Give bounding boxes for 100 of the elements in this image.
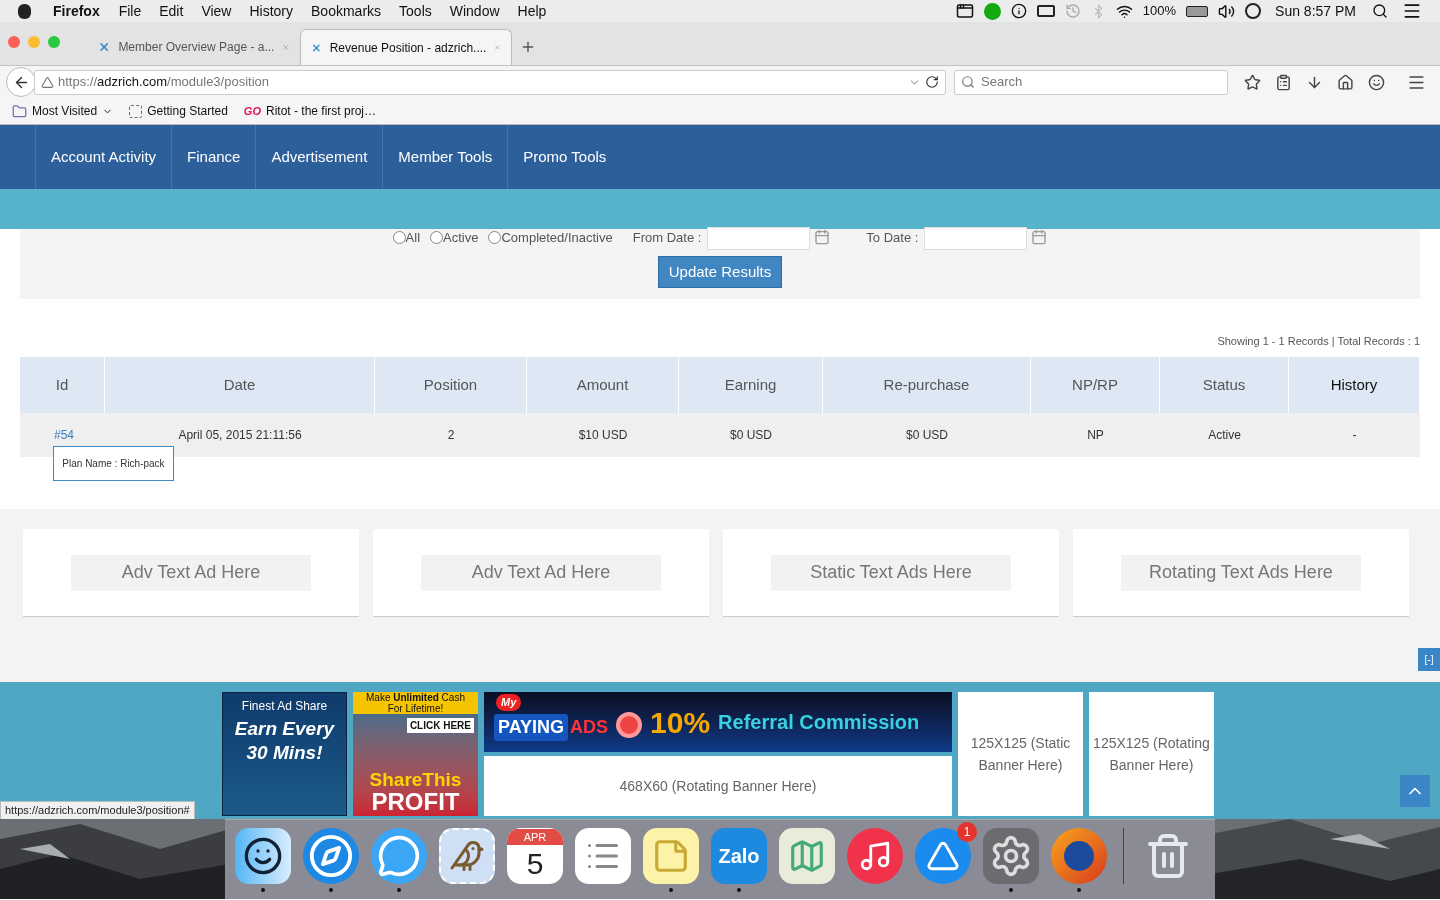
scroll-top-button[interactable]	[1400, 775, 1430, 807]
menu-item[interactable]: Tools	[399, 0, 432, 22]
home-icon[interactable]	[1337, 73, 1354, 91]
app-tile[interactable]	[303, 828, 359, 884]
table-cell-text: NP	[1086, 427, 1105, 444]
collapse-button[interactable]: [-]	[1418, 648, 1440, 671]
menu-item[interactable]: Window	[449, 0, 500, 22]
bookmark-item[interactable]: Getting Started	[129, 102, 228, 120]
banner-percent: 10%	[650, 704, 711, 741]
banner-title: ShareThis	[369, 770, 462, 790]
bird-icon	[449, 838, 485, 874]
time-machine-icon[interactable]	[1064, 3, 1081, 19]
app-tile[interactable]	[847, 828, 903, 884]
banner-offer: Referral Commission	[718, 710, 920, 735]
bookmark-star-icon[interactable]	[1244, 73, 1261, 91]
clock[interactable]: Sun 8:57 PM	[1275, 0, 1356, 22]
apple-icon[interactable]	[18, 3, 31, 19]
referral-banner[interactable]: My PAYING ADS 10% Referral Commission	[484, 692, 952, 752]
logo-text: GO	[243, 103, 261, 119]
day-label: 5	[526, 846, 544, 882]
calendar-icon[interactable]	[814, 229, 831, 245]
warning-icon	[41, 75, 54, 89]
records-summary: Showing 1 - 1 Records | Total Records : 1	[1217, 334, 1420, 349]
app-tile[interactable]	[983, 828, 1039, 884]
text-ad-slot[interactable]: Static Text Ads Here	[771, 554, 1011, 591]
radio-option[interactable]: All	[392, 228, 421, 248]
to-date-field[interactable]	[924, 227, 1028, 250]
banner-tag: My	[496, 694, 522, 711]
folder-icon	[12, 103, 27, 119]
new-tab-icon[interactable]	[520, 39, 536, 55]
update-results-button[interactable]: Update Results	[657, 256, 783, 288]
table-cell-text: -	[1351, 427, 1358, 444]
to-date-label: To Date :	[866, 229, 919, 247]
info-icon[interactable]	[1010, 3, 1027, 19]
menu-item[interactable]: Edit	[159, 0, 184, 22]
banner-headline: Earn Every 30 Mins!	[233, 717, 336, 765]
banner-cta: CLICK HERE	[406, 718, 474, 733]
earn-banner[interactable]: Finest Ad Share Earn Every 30 Mins!	[222, 692, 347, 816]
app-tile[interactable]	[915, 828, 971, 884]
triangle-icon	[926, 839, 960, 873]
text-ad-slot[interactable]: Rotating Text Ads Here	[1121, 554, 1361, 591]
menu-item[interactable]: File	[118, 0, 142, 22]
bookmark-item[interactable]: Most Visited	[12, 102, 114, 120]
back-button[interactable]	[6, 67, 36, 97]
text-ad-slot[interactable]: Adv Text Ad Here	[421, 554, 661, 591]
from-date-label: From Date :	[632, 229, 702, 247]
battery-percent: 100%	[1142, 2, 1177, 21]
user-icon[interactable]	[1245, 3, 1262, 19]
notification-badge: 1	[957, 822, 977, 842]
banner-brand: Finest Ad Share	[241, 698, 328, 715]
square-banner-slot: 125X125 (Rotating Banner Here)	[1089, 692, 1214, 816]
music-note-icon	[858, 839, 892, 873]
profit-banner[interactable]: Make Unlimited Cash For Lifetime! CLICK HERE ShareThis PROFIT	[353, 692, 478, 816]
app-tile[interactable]	[779, 828, 835, 884]
reading-list-icon[interactable]	[1275, 73, 1292, 91]
smiley-icon[interactable]	[1368, 73, 1385, 91]
table-cell-text: $0 USD	[905, 427, 949, 444]
text-ad-slot[interactable]: Adv Text Ad Here	[71, 554, 311, 591]
table-cell-text: $10 USD	[577, 427, 629, 444]
volume-icon[interactable]	[1218, 2, 1236, 20]
search-field[interactable]: Search	[954, 69, 1228, 95]
target-icon	[616, 712, 643, 738]
menu-item[interactable]: Help	[517, 0, 547, 22]
reload-icon[interactable]	[925, 75, 939, 89]
app-tile[interactable]	[1051, 828, 1107, 884]
radio-option[interactable]: Completed/Inactive	[488, 228, 613, 248]
menu-icon[interactable]	[1402, 1, 1422, 21]
app-tile[interactable]	[439, 828, 495, 884]
app-tile[interactable]	[575, 828, 631, 884]
menu-item[interactable]: Bookmarks	[311, 0, 382, 22]
page-icon	[129, 104, 143, 118]
compass-icon	[308, 833, 354, 879]
menu-item[interactable]: View	[201, 0, 232, 22]
search-icon[interactable]	[1372, 3, 1388, 19]
search-icon	[961, 75, 975, 89]
memory-icon[interactable]	[1036, 5, 1055, 17]
menu-item[interactable]: History	[249, 0, 294, 22]
app-tile[interactable]	[235, 828, 291, 884]
app-tile[interactable]	[371, 828, 427, 884]
sync-status-icon[interactable]	[983, 2, 1001, 20]
from-date-field[interactable]	[707, 227, 811, 250]
app-tile[interactable]: Zalo	[711, 828, 767, 884]
chat-bubble-icon	[377, 834, 421, 878]
address-field[interactable]: https://adzrich.com/module3/position	[34, 69, 946, 95]
calendar-icon[interactable]: APR 5	[507, 828, 563, 884]
app-tile[interactable]	[643, 828, 699, 884]
browser-tab[interactable]: Revenue Position - adzrich....	[300, 29, 512, 65]
close-window-icon[interactable]	[8, 36, 20, 48]
plan-tooltip: Plan Name : Rich-pack	[53, 446, 174, 481]
calendar-icon[interactable]	[1031, 229, 1048, 245]
square-banner-slot: 125X125 (Static Banner Here)	[958, 692, 1083, 816]
face-icon	[243, 836, 283, 876]
app-status-icon[interactable]	[955, 2, 974, 20]
status-url: https://adzrich.com/module3/position#	[0, 801, 195, 820]
app-menu[interactable]: Firefox	[53, 0, 100, 22]
radio-option[interactable]: Active	[430, 228, 479, 248]
browser-tab[interactable]: Member Overview Page - a...	[88, 29, 300, 65]
battery-icon[interactable]	[1186, 5, 1209, 17]
bookmark-item[interactable]: GO Ritot - the first proj…	[243, 102, 376, 120]
table-cell-text: April 05, 2015 21:11:56	[177, 427, 303, 444]
